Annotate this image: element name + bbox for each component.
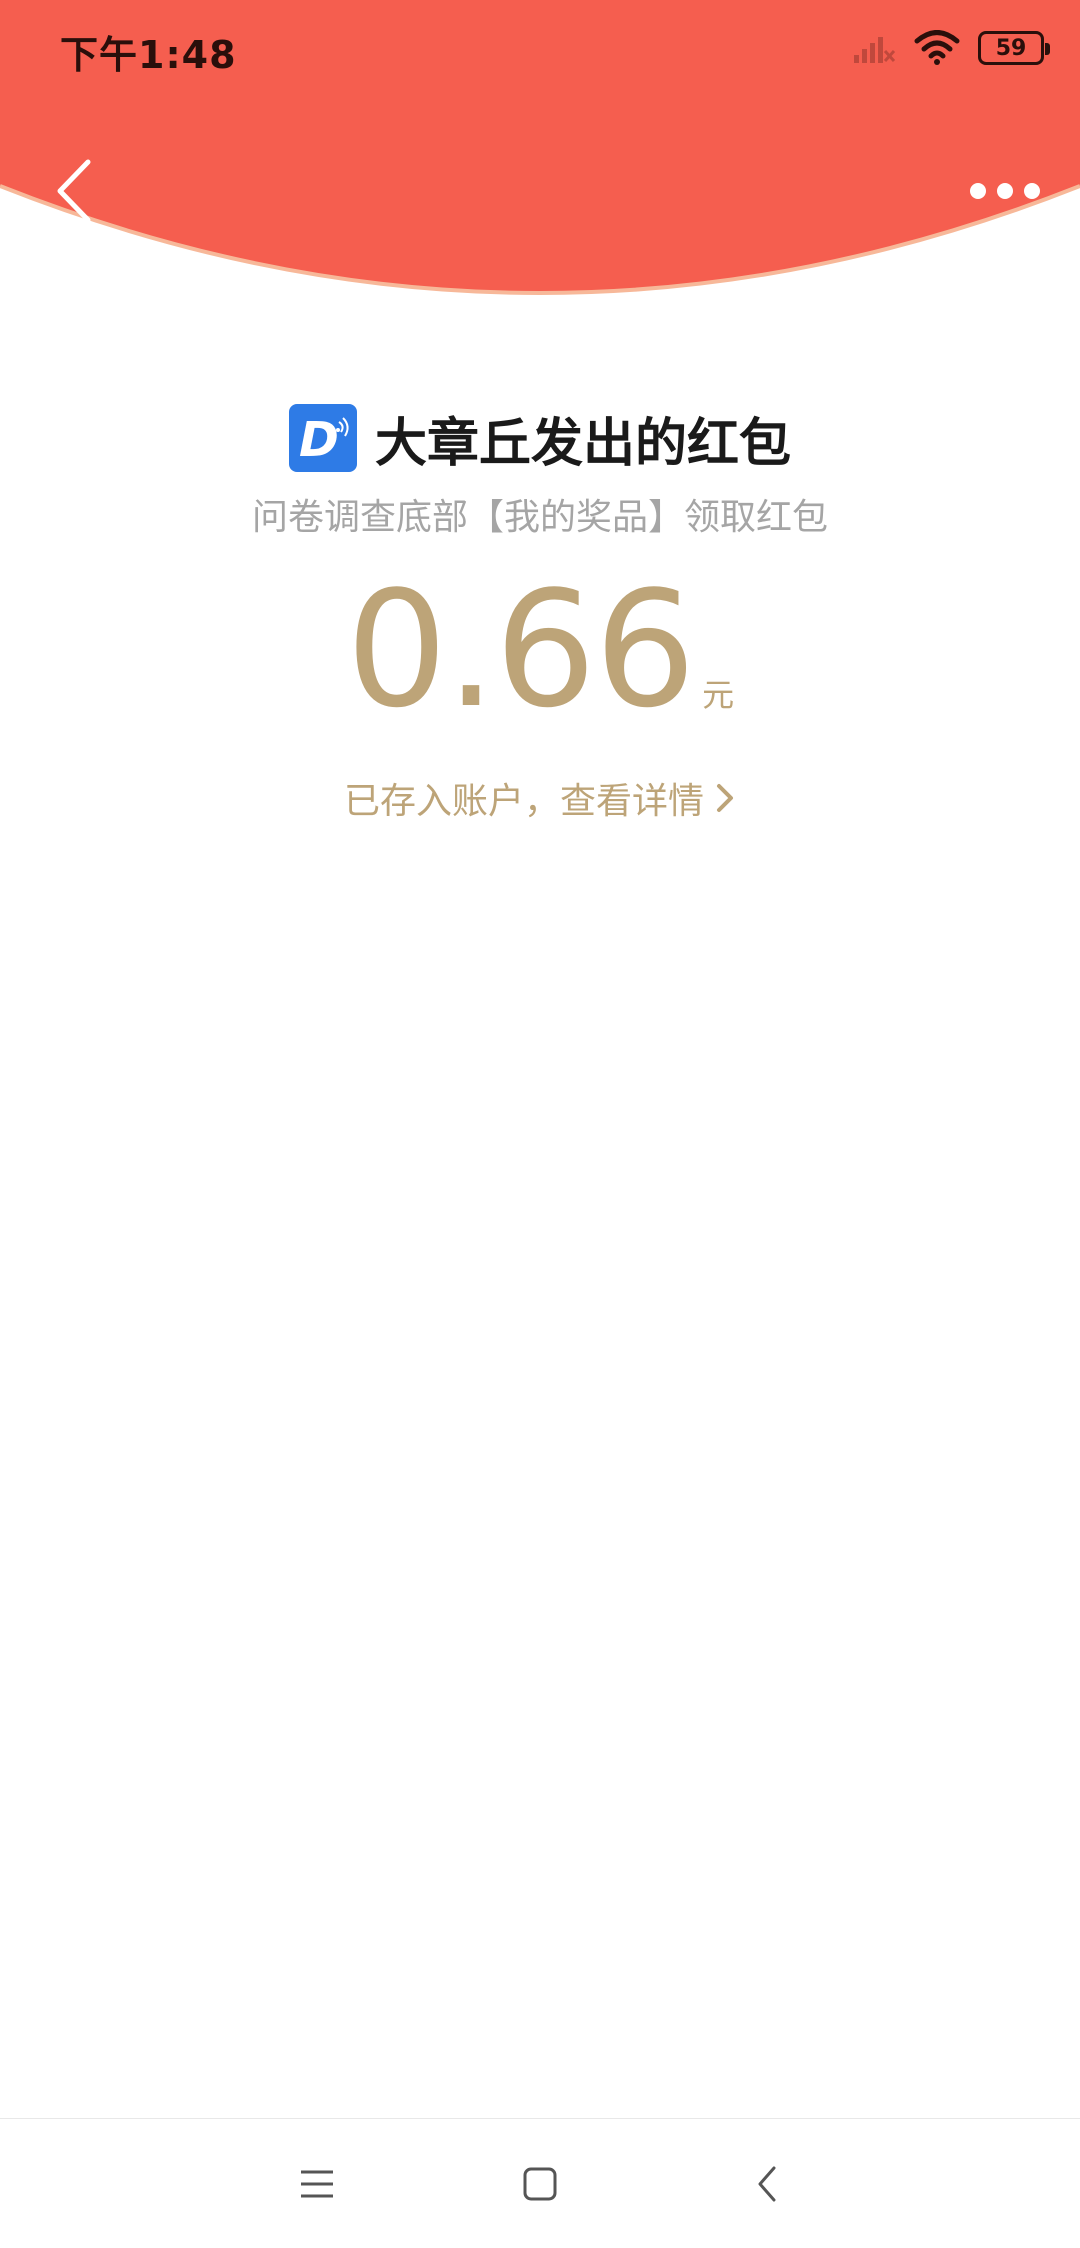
battery-icon: 59 — [978, 31, 1050, 65]
chevron-left-icon — [57, 159, 91, 223]
view-details-link[interactable]: 已存入账户，查看详情 — [0, 772, 1080, 824]
back-button[interactable] — [48, 156, 108, 226]
chevron-right-icon — [717, 784, 733, 812]
packet-message: 问卷调查底部【我的奖品】领取红包 — [251, 497, 828, 538]
sender-title: 大章丘发出的红包 — [374, 413, 791, 474]
status-icons: 59 — [852, 26, 1050, 70]
amount-value: 0.66 — [345, 556, 696, 743]
system-nav-bar — [0, 2118, 1080, 2248]
back-icon — [758, 2166, 776, 2202]
sender-logo-letter: D — [299, 412, 339, 468]
amount-unit: 元 — [702, 676, 735, 714]
wifi-icon — [914, 30, 960, 65]
signal-icon — [854, 37, 896, 63]
more-dots-icon — [970, 183, 986, 199]
system-back-button[interactable] — [732, 2149, 802, 2219]
more-dots-icon — [1024, 183, 1040, 199]
more-dots-icon — [997, 183, 1013, 199]
status-bar: 下午1:48 59 — [0, 0, 1080, 96]
status-time: 下午1:48 — [60, 33, 237, 77]
more-button[interactable] — [970, 176, 1040, 206]
home-icon — [523, 2167, 557, 2201]
home-button[interactable] — [505, 2149, 575, 2219]
menu-button[interactable] — [282, 2149, 352, 2219]
view-details-label: 已存入账户，查看详情 — [343, 781, 704, 822]
sender-row: D 大章丘发出的红包 — [0, 402, 1080, 474]
menu-icon — [301, 2170, 333, 2198]
amount-row: 0.66 元 — [0, 570, 1080, 730]
sender-logo: D — [288, 404, 357, 472]
red-packet-page: 下午1:48 59 D 大章丘发出的红包 问卷调查底部【我的奖品】领取红包 0.… — [0, 0, 1080, 2248]
